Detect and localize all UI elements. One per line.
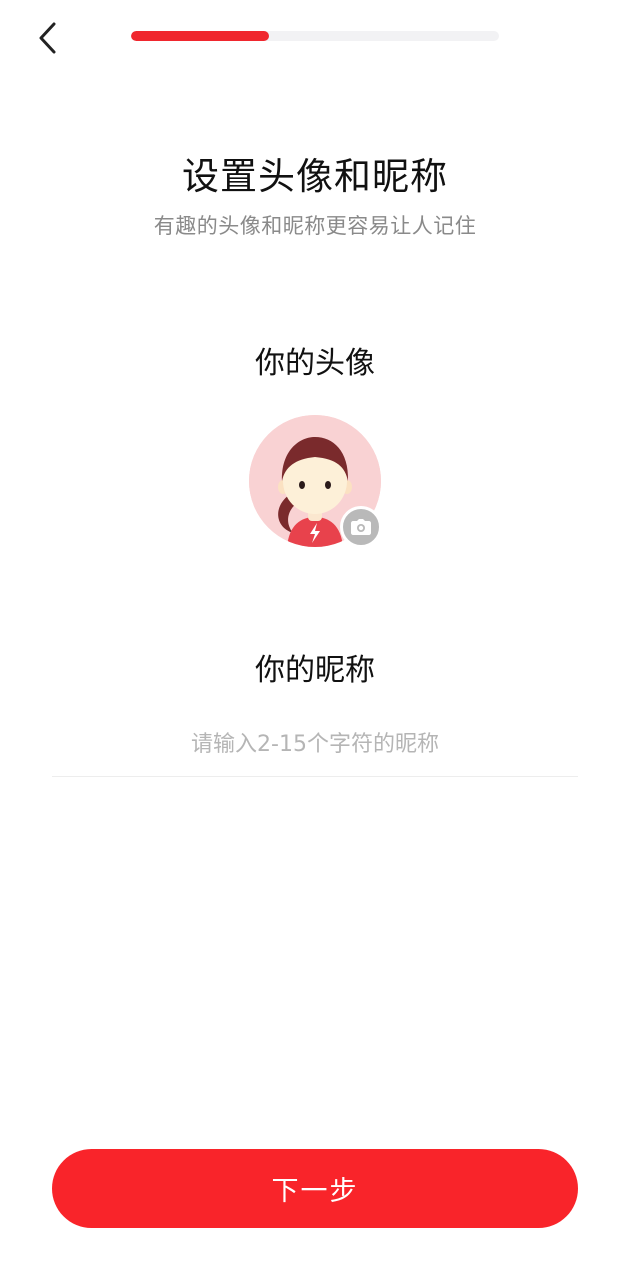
avatar-section-label: 你的头像 [255, 346, 375, 381]
avatar-picker[interactable] [249, 415, 382, 548]
progress-fill [131, 31, 269, 41]
set-avatar-nickname-page: 设置头像和昵称 有趣的头像和昵称更容易让人记住 你的头像 你的昵称 请输入2-1… [0, 0, 630, 1280]
onboarding-progress-bar [131, 31, 499, 41]
back-button[interactable] [28, 18, 68, 58]
nickname-input[interactable] [52, 712, 578, 777]
camera-icon [351, 519, 371, 535]
next-step-button[interactable]: 下一步 [52, 1149, 578, 1228]
camera-badge[interactable] [340, 506, 382, 548]
chevron-left-icon [39, 22, 56, 54]
page-subtitle: 有趣的头像和昵称更容易让人记住 [153, 214, 477, 238]
page-title: 设置头像和昵称 [182, 155, 448, 198]
nickname-section-label: 你的昵称 [255, 653, 375, 688]
